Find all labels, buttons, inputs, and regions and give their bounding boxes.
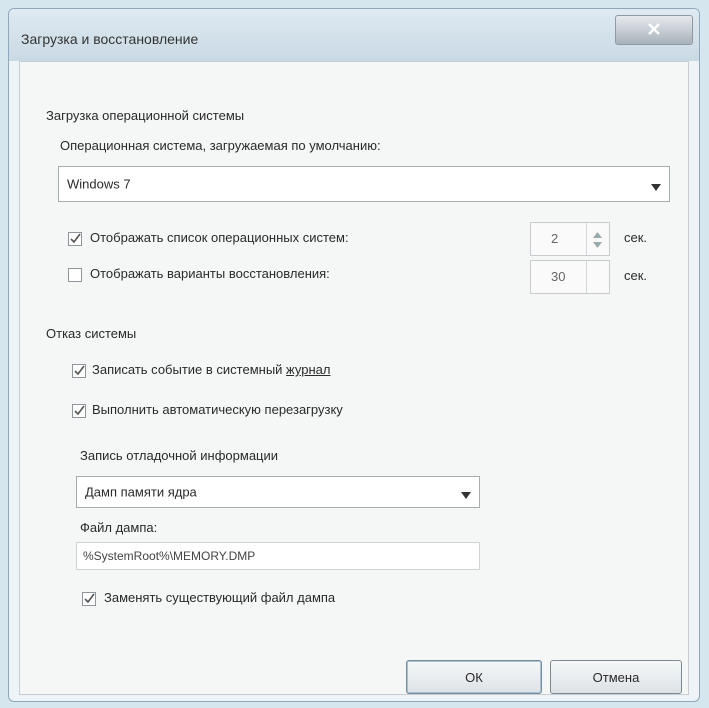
show-recovery-checkbox[interactable] (68, 268, 82, 282)
dialog-title: Загрузка и восстановление (21, 31, 199, 47)
ok-button[interactable]: ОК (406, 660, 542, 694)
overwrite-label: Заменять существующий файл дампа (104, 590, 336, 605)
cancel-button[interactable]: Отмена (550, 660, 682, 694)
write-event-link: журнал (286, 362, 331, 377)
close-button[interactable] (615, 15, 693, 45)
startup-group-label: Загрузка операционной системы (46, 108, 245, 123)
check-icon (73, 364, 85, 379)
default-os-select[interactable]: Windows 7 (58, 166, 670, 202)
dump-file-field[interactable]: %SystemRoot%\MEMORY.DMP (76, 542, 480, 570)
auto-restart-checkbox[interactable] (72, 404, 86, 418)
show-os-list-seconds-value: 2 (551, 231, 559, 246)
close-icon (647, 22, 661, 39)
dump-file-label: Файл дампа: (80, 520, 158, 535)
overwrite-checkbox[interactable] (82, 592, 96, 606)
default-os-label: Операционная система, загружаемая по умо… (60, 138, 381, 153)
title-bar[interactable]: Загрузка и восстановление (9, 9, 699, 61)
check-icon (69, 232, 81, 247)
show-recovery-label: Отображать варианты восстановления: (90, 266, 330, 281)
show-recovery-unit: сек. (624, 268, 648, 283)
write-event-checkbox[interactable] (72, 364, 86, 378)
show-os-list-checkbox[interactable] (68, 232, 82, 246)
chevron-down-icon (461, 488, 471, 499)
debug-info-label: Запись отладочной информации (80, 448, 279, 463)
show-os-list-label: Отображать список операционных систем: (90, 230, 349, 245)
dialog-content: Загрузка операционной системы Операционн… (19, 61, 689, 695)
show-recovery-seconds[interactable]: 30 (530, 260, 610, 294)
show-recovery-seconds-value: 30 (551, 269, 566, 284)
spin-buttons[interactable] (586, 261, 609, 293)
write-event-label: Записать событие в системный журнал (92, 362, 331, 377)
check-icon (83, 592, 95, 607)
spin-buttons[interactable] (586, 223, 609, 255)
debug-info-select[interactable]: Дамп памяти ядра (76, 476, 480, 508)
dialog-window: Загрузка и восстановление Загрузка опера… (8, 8, 700, 702)
debug-info-value: Дамп памяти ядра (85, 484, 197, 500)
default-os-value: Windows 7 (67, 176, 131, 192)
dump-file-value: %SystemRoot%\MEMORY.DMP (83, 549, 256, 563)
show-os-list-unit: сек. (624, 230, 648, 245)
show-os-list-seconds[interactable]: 2 (530, 222, 610, 256)
chevron-down-icon (651, 180, 661, 191)
check-icon (73, 404, 85, 419)
auto-restart-label: Выполнить автоматическую перезагрузку (92, 402, 343, 417)
failure-group-label: Отказ системы (46, 326, 137, 341)
